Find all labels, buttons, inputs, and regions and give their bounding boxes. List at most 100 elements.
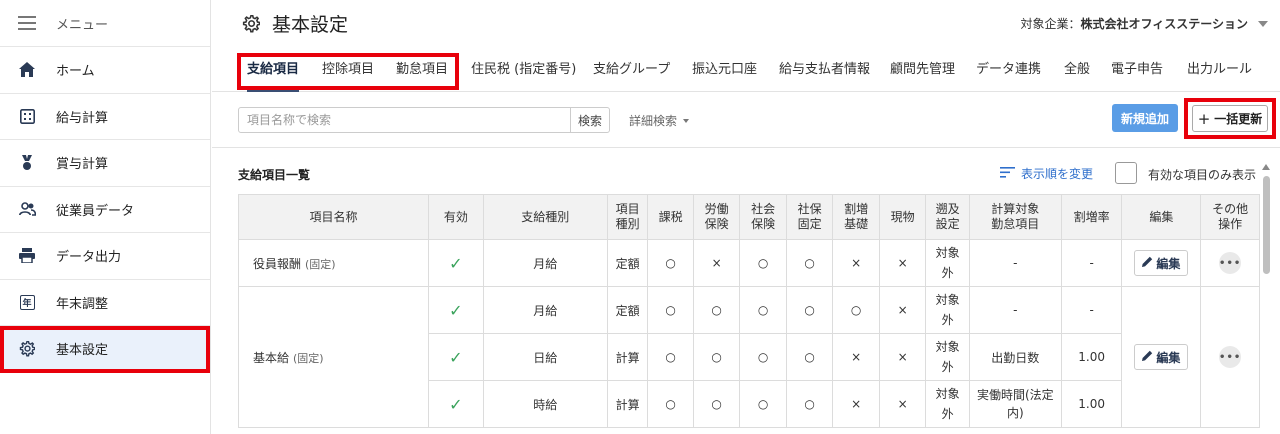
- sidebar-item-label: 基本設定: [56, 343, 109, 359]
- pencil-icon: [1142, 256, 1153, 270]
- active-only-checkbox[interactable]: [1115, 162, 1137, 184]
- gear-icon: [18, 340, 36, 358]
- add-new-button[interactable]: 新規追加: [1112, 104, 1178, 132]
- fixed-label: (固定): [305, 257, 336, 271]
- col-header: その他 操作: [1200, 194, 1260, 240]
- in-kind-cell: ×: [878, 286, 927, 334]
- tab-transfer-account[interactable]: 振込元口座: [692, 47, 757, 92]
- col-header: 割増 基礎: [832, 194, 880, 240]
- sidebar-item-year-end[interactable]: 年 年末調整: [0, 280, 210, 326]
- tab-general[interactable]: 全般: [1064, 47, 1090, 92]
- settings-tabs: 支給項目 控除項目 勤怠項目 住民税 (指定番号) 支給グループ 振込元口座 給…: [212, 47, 1280, 92]
- edit-button[interactable]: 編集: [1134, 344, 1189, 370]
- scrollbar[interactable]: [1262, 162, 1272, 434]
- attendance-cell: -: [968, 286, 1062, 334]
- rate-cell: 1.00: [1060, 333, 1123, 381]
- item-type-cell: 計算: [606, 333, 649, 381]
- premium-base-cell: ×: [832, 380, 880, 428]
- sidebar-item-bonus[interactable]: 賞与計算: [0, 140, 210, 187]
- reorder-button[interactable]: 表示順を変更: [1000, 165, 1093, 182]
- active-cell: ✓: [428, 380, 484, 428]
- labor-insurance-cell: ○: [692, 380, 741, 428]
- social-insurance-cell: ○: [739, 286, 787, 334]
- advanced-search-label: 詳細検索: [629, 114, 678, 128]
- tab-resident-tax[interactable]: 住民税 (指定番号): [471, 47, 576, 92]
- labor-insurance-cell: ○: [692, 286, 741, 334]
- tab-e-filing[interactable]: 電子申告: [1111, 47, 1163, 92]
- scroll-up-arrow-icon[interactable]: [1262, 164, 1270, 170]
- edit-button[interactable]: 編集: [1134, 250, 1189, 276]
- tab-payment-group[interactable]: 支給グループ: [593, 47, 670, 92]
- plus-icon: +: [1197, 109, 1211, 128]
- pay-type-cell: 時給: [482, 380, 608, 428]
- bulk-update-highlight-box: + 一括更新: [1184, 98, 1276, 139]
- table-header-row: 項目名称 有効 支給種別 項目 種別 課税 労働 保険 社会 保険 社保 固定 割増 基礎…: [237, 194, 1260, 240]
- sidebar-item-label: データ出力: [56, 250, 122, 266]
- bulk-update-button[interactable]: + 一括更新: [1192, 105, 1268, 132]
- tab-data-integration[interactable]: データ連携: [976, 47, 1041, 92]
- tab-client-management[interactable]: 顧問先管理: [890, 47, 955, 92]
- edit-cell: 編集: [1121, 239, 1202, 287]
- calculator-icon: [18, 107, 36, 125]
- caret-down-icon: [683, 118, 690, 123]
- item-name: 役員報酬: [253, 256, 302, 271]
- app-root: メニュー ホーム 給与計算 賞与計算 従業員データ データ出力 年 年末調整 基…: [0, 0, 1280, 434]
- pay-type-cell: 月給: [482, 239, 608, 287]
- more-options-icon[interactable]: •••: [1219, 252, 1242, 274]
- check-icon: ✓: [449, 253, 463, 273]
- col-header: 遡及 設定: [925, 194, 970, 240]
- social-fixed-cell: ○: [785, 286, 834, 334]
- search-button[interactable]: 検索: [570, 107, 610, 133]
- social-fixed-cell: ○: [785, 380, 834, 428]
- tabs-highlight-box: [237, 53, 459, 90]
- medal-icon: [18, 154, 36, 172]
- col-header: 編集: [1121, 194, 1202, 240]
- edit-label: 編集: [1156, 256, 1181, 271]
- col-header: 計算対象 勤怠項目: [968, 194, 1062, 240]
- fixed-label: (固定): [293, 351, 324, 365]
- retro-cell: 対象外: [925, 380, 970, 428]
- pay-type-cell: 日給: [482, 333, 608, 381]
- col-header: 項目名称: [237, 194, 430, 240]
- sidebar-item-employees[interactable]: 従業員データ: [0, 187, 210, 233]
- sidebar-menu-toggle[interactable]: メニュー: [0, 0, 210, 47]
- pay-type-cell: 月給: [482, 286, 608, 334]
- sidebar-item-payroll[interactable]: 給与計算: [0, 94, 210, 140]
- col-header: 有効: [428, 194, 484, 240]
- gear-icon: [242, 14, 260, 33]
- labor-insurance-cell: ○: [692, 333, 741, 381]
- table-row: 役員報酬 (固定) ✓ 月給 定額 ○ × ○ ○ × × 対象外 - - 編集 …: [237, 239, 1260, 287]
- sidebar-item-home[interactable]: ホーム: [0, 47, 210, 94]
- sidebar: メニュー ホーム 給与計算 賞与計算 従業員データ データ出力 年 年末調整 基…: [0, 0, 211, 434]
- table-row: 基本給 (固定) ✓ 月給 定額 ○ ○ ○ ○ ○ × 対象外 - - 編集 •…: [237, 286, 1260, 428]
- sidebar-item-data-output[interactable]: データ出力: [0, 233, 210, 280]
- payment-items-table: 項目名称 有効 支給種別 項目 種別 課税 労働 保険 社会 保険 社保 固定 割増 基礎…: [237, 194, 1260, 428]
- edit-label: 編集: [1156, 350, 1181, 365]
- sidebar-item-basic-settings[interactable]: 基本設定: [0, 326, 210, 373]
- social-fixed-cell: ○: [785, 239, 834, 287]
- in-kind-cell: ×: [878, 239, 927, 287]
- search-input[interactable]: [238, 107, 571, 133]
- attendance-cell: -: [968, 239, 1062, 287]
- tax-cell: ○: [647, 239, 694, 287]
- rate-cell: -: [1060, 239, 1123, 287]
- more-cell: •••: [1200, 239, 1260, 287]
- year-icon-glyph: 年: [19, 294, 35, 310]
- scrollbar-thumb[interactable]: [1263, 176, 1270, 274]
- sidebar-item-label: 賞与計算: [56, 157, 109, 173]
- sidebar-menu-label: メニュー: [56, 17, 109, 33]
- company-selector[interactable]: 対象企業： 株式会社オフィスステーション: [1020, 15, 1268, 32]
- in-kind-cell: ×: [878, 333, 927, 381]
- col-header: 現物: [878, 194, 927, 240]
- pencil-icon: [1142, 350, 1153, 364]
- sort-lines-icon: [1000, 166, 1015, 181]
- active-cell: ✓: [428, 333, 484, 381]
- tab-payer-info[interactable]: 給与支払者情報: [779, 47, 870, 92]
- more-options-icon[interactable]: •••: [1219, 346, 1242, 368]
- item-type-cell: 計算: [606, 380, 649, 428]
- bulk-update-label: 一括更新: [1214, 112, 1263, 126]
- premium-base-cell: ×: [832, 333, 880, 381]
- active-cell: ✓: [428, 239, 484, 287]
- tab-output-rules[interactable]: 出力ルール: [1187, 47, 1252, 92]
- advanced-search-toggle[interactable]: 詳細検索: [629, 112, 690, 129]
